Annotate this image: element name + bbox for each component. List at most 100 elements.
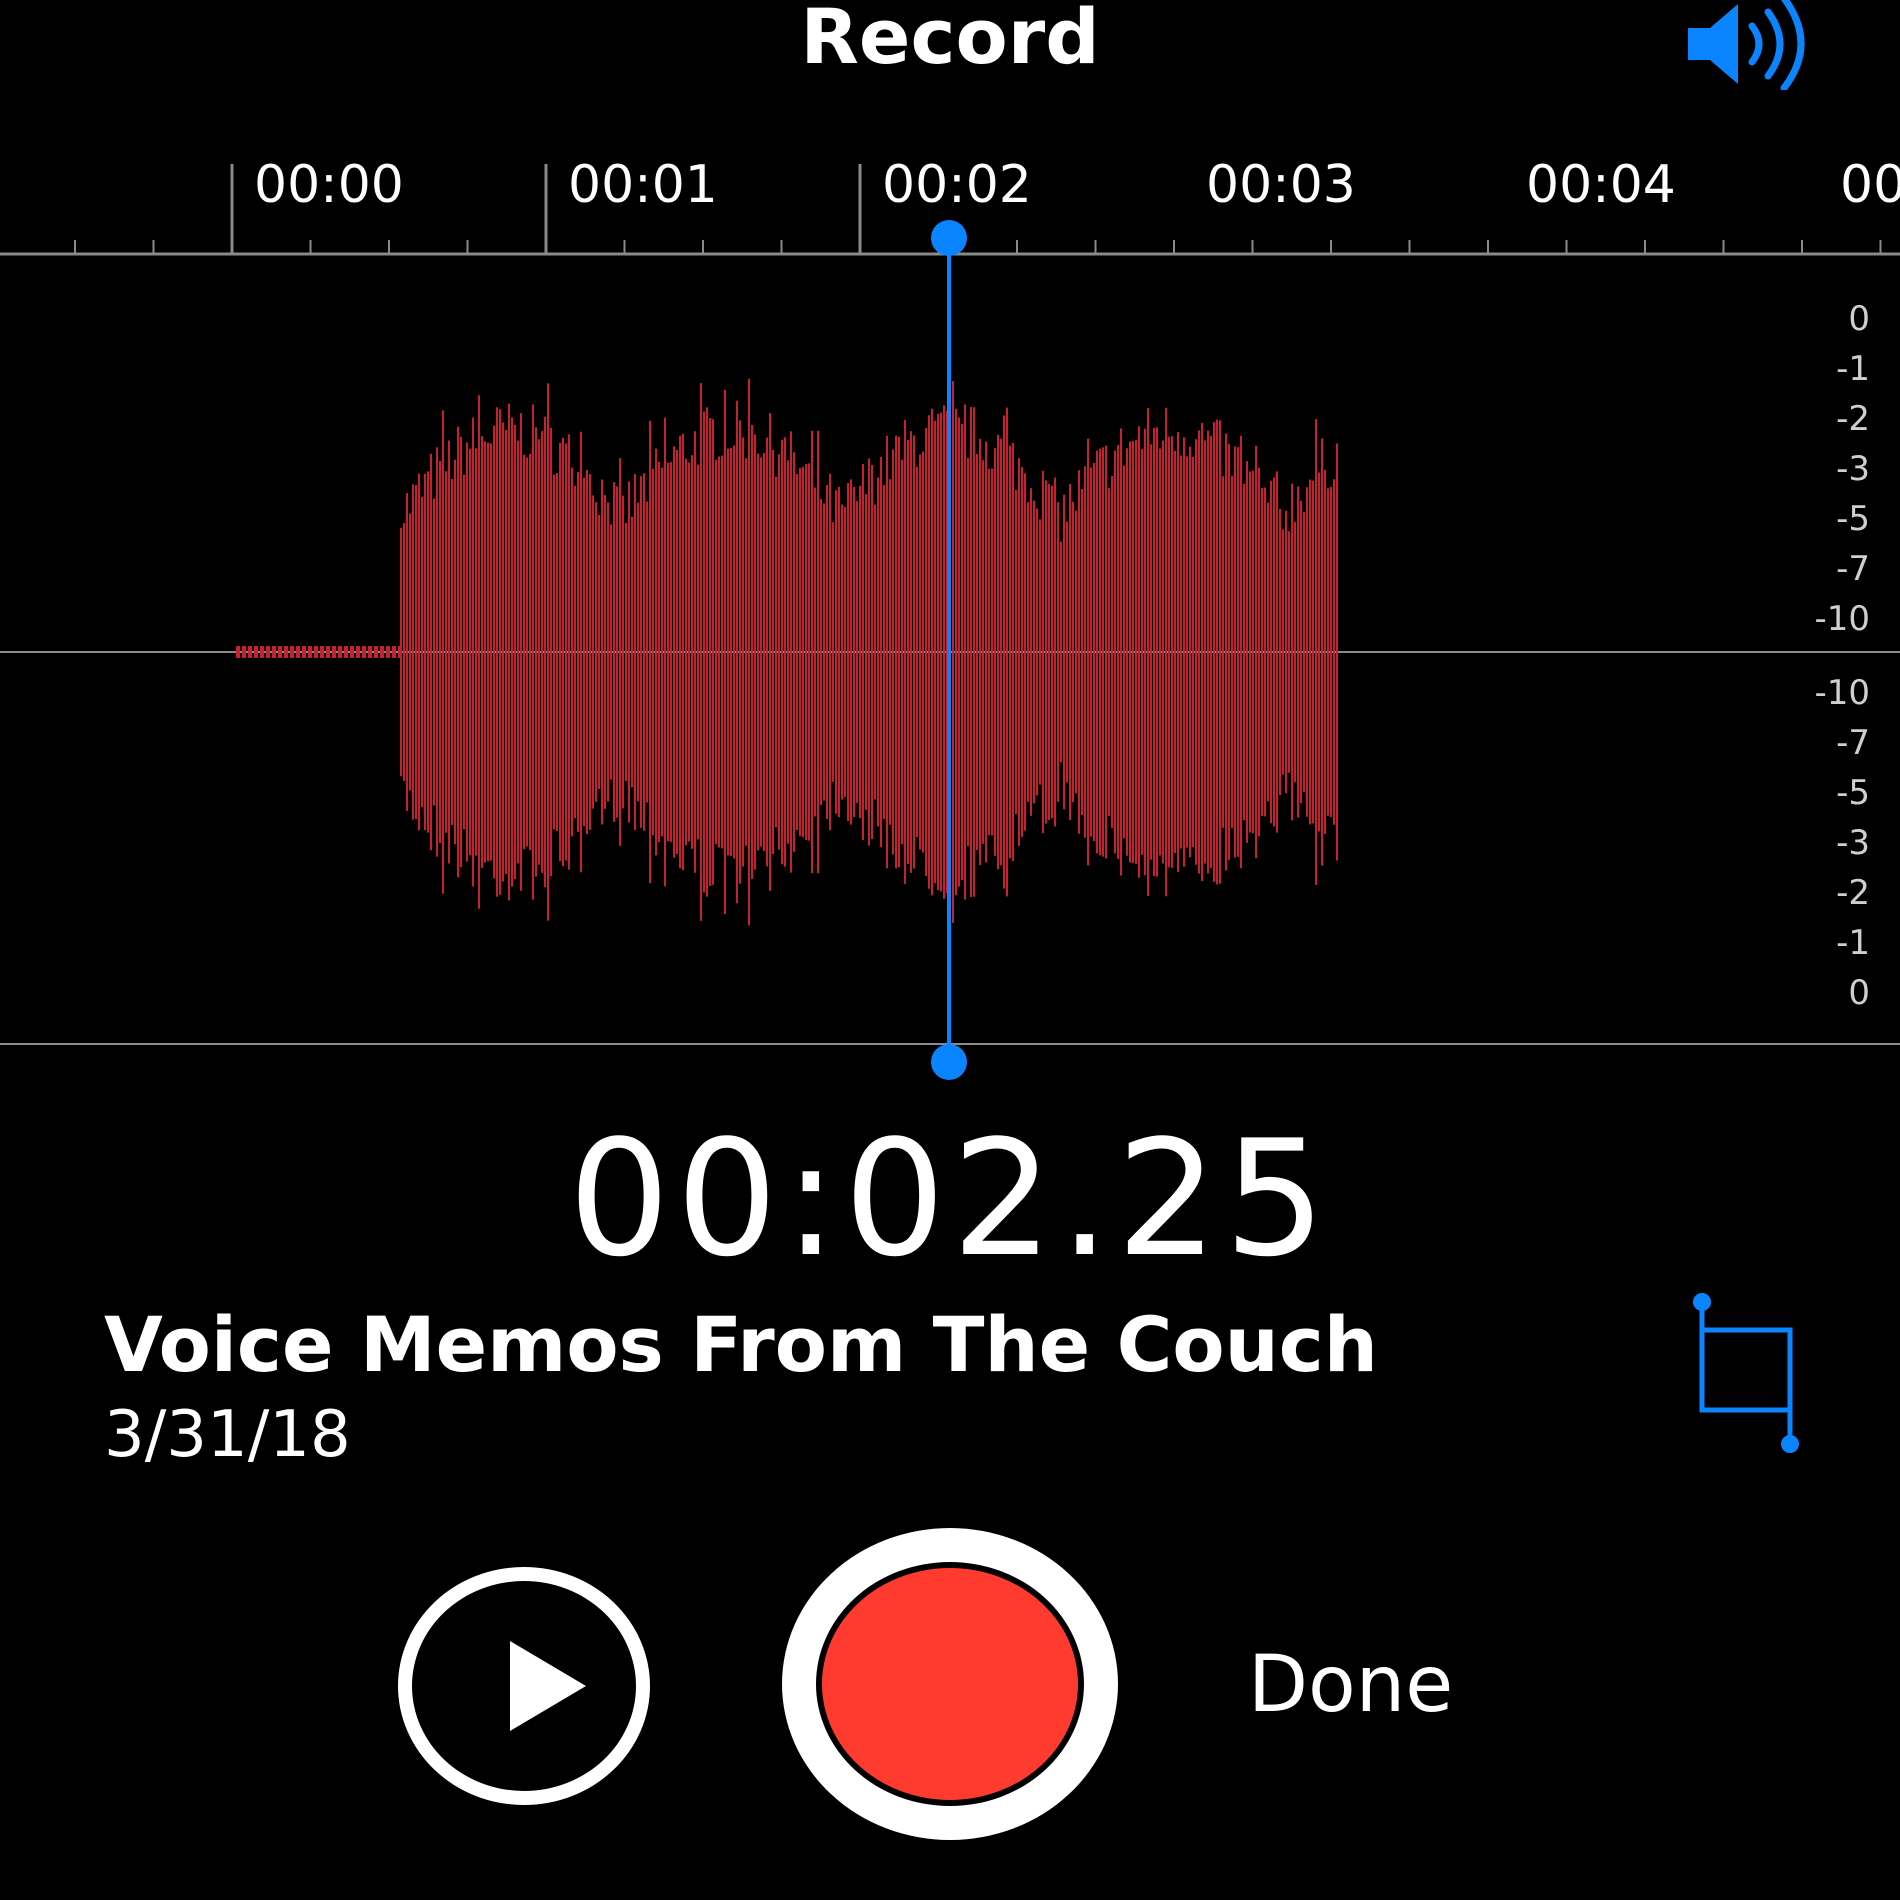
waveform-bar — [1042, 470, 1044, 834]
waveform-bar — [427, 471, 429, 833]
waveform — [236, 378, 1338, 926]
waveform-bar — [850, 479, 852, 825]
waveform-bar — [1174, 450, 1176, 854]
waveform-bar — [820, 499, 822, 805]
waveform-bar — [973, 407, 975, 897]
waveform-bar — [580, 431, 582, 873]
waveform-bar — [1324, 469, 1326, 835]
level-scale-label: -5 — [1836, 773, 1870, 813]
waveform-bar — [682, 433, 684, 871]
playhead-top-handle[interactable] — [931, 220, 967, 256]
waveform-bar — [943, 405, 945, 899]
waveform-bar — [538, 439, 540, 865]
memo-title[interactable]: Voice Memos From The Couch — [104, 1300, 1378, 1389]
waveform-bar — [296, 646, 300, 658]
waveform-bar — [601, 479, 603, 825]
waveform-bar — [541, 431, 543, 873]
waveform-bar — [326, 646, 330, 658]
waveform-bar — [763, 452, 765, 852]
waveform-bar — [1294, 521, 1296, 783]
waveform-bar — [1198, 430, 1200, 874]
waveform-bar — [1273, 477, 1275, 827]
waveform-bar — [1234, 446, 1236, 858]
waveform-bar — [472, 417, 474, 887]
waveform-bar — [841, 504, 843, 800]
waveform-bar — [1201, 423, 1203, 881]
waveform-bar — [266, 646, 270, 658]
waveform-timeline[interactable]: 00:00 00:01 00:02 00:03 00:04 00 0 -1 -2… — [0, 150, 1900, 1080]
waveform-bar — [475, 448, 477, 856]
waveform-bar — [595, 502, 597, 802]
timeline-tick-label: 00:02 — [882, 155, 1032, 215]
waveform-bar — [1297, 486, 1299, 818]
waveform-bar — [1189, 446, 1191, 858]
waveform-bar — [883, 485, 885, 819]
waveform-bar — [562, 437, 564, 867]
waveform-bar — [520, 413, 522, 891]
elapsed-time: 00:02.25 — [568, 1105, 1332, 1292]
waveform-bar — [523, 454, 525, 850]
waveform-bar — [1000, 438, 1002, 866]
waveform-bar — [832, 522, 834, 782]
waveform-bar — [736, 400, 738, 904]
waveform-bar — [415, 485, 417, 819]
waveform-bar — [368, 646, 372, 658]
waveform-bar — [1327, 488, 1329, 816]
waveform-bar — [1330, 486, 1332, 818]
waveform-bar — [1072, 501, 1074, 803]
waveform-bar — [958, 417, 960, 887]
waveform-bar — [380, 646, 384, 658]
waveform-bar — [586, 469, 588, 835]
waveform-bar — [412, 484, 414, 820]
waveform-bar — [448, 440, 450, 864]
waveform-bar — [571, 467, 573, 837]
waveform-bar — [1303, 512, 1305, 792]
waveform-bar — [1300, 500, 1302, 804]
record-button[interactable] — [782, 1528, 1118, 1840]
waveform-bar — [499, 409, 501, 895]
waveform-bar — [625, 523, 627, 781]
playhead-bottom-handle[interactable] — [931, 1044, 967, 1080]
waveform-bar — [248, 646, 252, 658]
waveform-bar — [439, 460, 441, 844]
waveform-bar — [466, 442, 468, 862]
waveform-bar — [583, 477, 585, 827]
waveform-bar — [505, 429, 507, 875]
waveform-bar — [619, 458, 621, 846]
waveform-bar — [433, 498, 435, 806]
waveform-bar — [1069, 484, 1071, 820]
waveform-bar — [1183, 437, 1185, 867]
waveform-bar — [550, 427, 552, 877]
waveform-bar — [1021, 467, 1023, 837]
waveform-bar — [1102, 447, 1104, 857]
waveform-bar — [928, 415, 930, 889]
waveform-bar — [1024, 473, 1026, 831]
waveform-bar — [805, 464, 807, 840]
waveform-bar — [613, 482, 615, 822]
waveform-bar — [418, 473, 420, 831]
waveform-bar — [1246, 461, 1248, 843]
waveform-bar — [1243, 483, 1245, 821]
waveform-bar — [955, 408, 957, 896]
waveform-bar — [652, 468, 654, 836]
waveform-bar — [952, 381, 954, 923]
waveform-bar — [793, 452, 795, 852]
done-button[interactable]: Done — [1248, 1640, 1453, 1730]
waveform-bar — [356, 646, 360, 658]
waveform-bar — [697, 464, 699, 840]
waveform-bar — [976, 453, 978, 851]
waveform-bar — [430, 453, 432, 851]
level-scale-label: -5 — [1836, 499, 1870, 539]
speaker-button[interactable] — [1680, 0, 1830, 92]
waveform-bar — [829, 473, 831, 831]
waveform-bar — [646, 501, 648, 803]
waveform-bar — [514, 424, 516, 880]
waveform-bar — [1039, 519, 1041, 785]
waveform-bar — [1165, 407, 1167, 897]
trim-button[interactable] — [1680, 1290, 1810, 1460]
level-scale-label: -7 — [1836, 723, 1870, 763]
play-button[interactable] — [398, 1567, 650, 1805]
waveform-bar — [979, 439, 981, 865]
waveform-bar — [1219, 420, 1221, 884]
waveform-bar — [886, 435, 888, 869]
